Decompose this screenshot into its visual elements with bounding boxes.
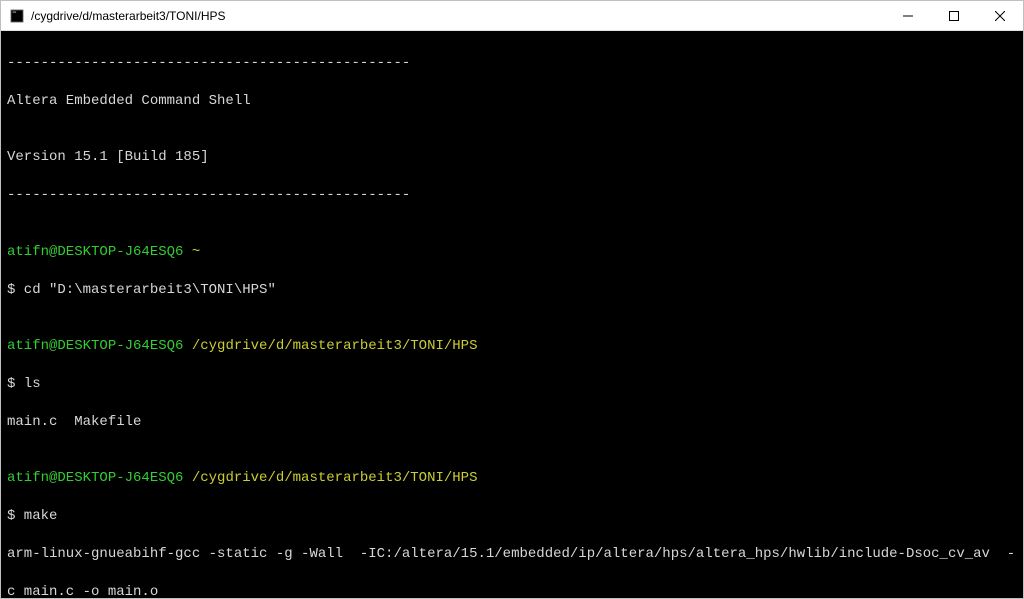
prompt-line: atifn@DESKTOP-J64ESQ6 /cygdrive/d/master… bbox=[7, 337, 1017, 356]
prompt-path: ~ bbox=[183, 244, 200, 260]
prompt-userhost: atifn@DESKTOP-J64ESQ6 bbox=[7, 244, 183, 260]
window-controls bbox=[885, 1, 1023, 30]
terminal-output: c main.c -o main.o bbox=[7, 583, 1017, 598]
terminal-line: ----------------------------------------… bbox=[7, 54, 1017, 73]
terminal-area[interactable]: ----------------------------------------… bbox=[1, 31, 1023, 598]
close-icon bbox=[995, 11, 1005, 21]
prompt-line: atifn@DESKTOP-J64ESQ6 /cygdrive/d/master… bbox=[7, 469, 1017, 488]
minimize-button[interactable] bbox=[885, 1, 931, 30]
close-button[interactable] bbox=[977, 1, 1023, 30]
terminal-output: arm-linux-gnueabihf-gcc -static -g -Wall… bbox=[7, 545, 1017, 564]
command-line: $ ls bbox=[7, 375, 1017, 394]
terminal-line: Altera Embedded Command Shell bbox=[7, 92, 1017, 111]
prompt-line: atifn@DESKTOP-J64ESQ6 ~ bbox=[7, 243, 1017, 262]
minimize-icon bbox=[903, 11, 913, 21]
maximize-icon bbox=[949, 11, 959, 21]
titlebar[interactable]: /cygdrive/d/masterarbeit3/TONI/HPS bbox=[1, 1, 1023, 31]
window-title: /cygdrive/d/masterarbeit3/TONI/HPS bbox=[31, 9, 885, 23]
prompt-path: /cygdrive/d/masterarbeit3/TONI/HPS bbox=[183, 470, 477, 486]
maximize-button[interactable] bbox=[931, 1, 977, 30]
terminal-line: Version 15.1 [Build 185] bbox=[7, 148, 1017, 167]
prompt-path: /cygdrive/d/masterarbeit3/TONI/HPS bbox=[183, 338, 477, 354]
command-line: $ make bbox=[7, 507, 1017, 526]
command-line: $ cd "D:\masterarbeit3\TONI\HPS" bbox=[7, 281, 1017, 300]
prompt-userhost: atifn@DESKTOP-J64ESQ6 bbox=[7, 470, 183, 486]
prompt-userhost: atifn@DESKTOP-J64ESQ6 bbox=[7, 338, 183, 354]
window-frame: /cygdrive/d/masterarbeit3/TONI/HPS -----… bbox=[0, 0, 1024, 599]
app-icon bbox=[9, 8, 25, 24]
terminal-output: main.c Makefile bbox=[7, 413, 1017, 432]
terminal-line: ----------------------------------------… bbox=[7, 186, 1017, 205]
